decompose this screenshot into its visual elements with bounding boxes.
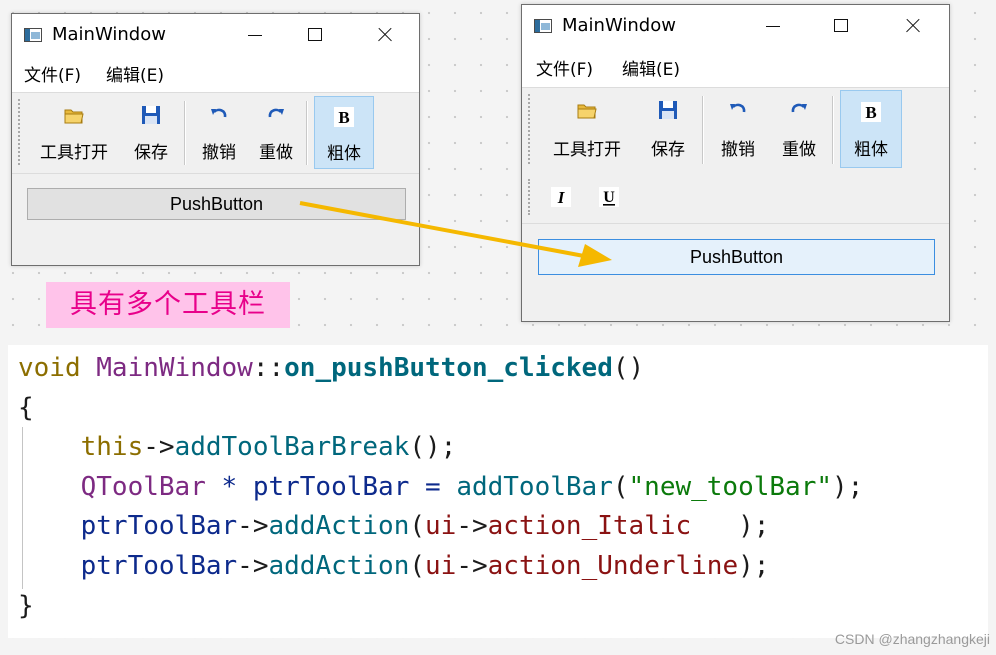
code-call: addAction — [268, 551, 410, 581]
code-scope-op: :: — [252, 353, 285, 383]
code-string: "new_toolBar" — [628, 472, 833, 502]
code-parens: () — [612, 353, 645, 383]
code-open-brace: { — [18, 393, 34, 423]
watermark: CSDN @zhangzhangkeji — [834, 631, 990, 647]
code-snippet: void MainWindow::on_pushButton_clicked()… — [8, 345, 988, 638]
arrow-shaft — [299, 201, 585, 258]
code-line-6: ptrToolBar->addAction(ui->action_Underli… — [80, 551, 770, 581]
code-member: action_Underline — [487, 551, 739, 581]
code-variable: ptrToolBar — [80, 511, 238, 541]
code-member: action_Italic — [487, 511, 692, 541]
code-class-name: MainWindow — [96, 353, 253, 383]
code-line-7: } — [18, 589, 34, 623]
code-keyword: void — [18, 353, 81, 383]
code-function-name: on_pushButton_clicked — [284, 353, 613, 383]
multi-toolbar-caption: 具有多个工具栏 — [46, 282, 290, 328]
code-line-1: void MainWindow::on_pushButton_clicked() — [18, 351, 644, 385]
code-close-brace: } — [18, 591, 34, 621]
code-call: addToolBar — [456, 472, 613, 502]
code-line-2: { — [18, 391, 34, 425]
code-call: addAction — [268, 511, 410, 541]
code-line-4: QToolBar * ptrToolBar = addToolBar("new_… — [80, 472, 864, 502]
code-line-3: this->addToolBarBreak(); — [80, 432, 457, 462]
code-call: addToolBarBreak — [174, 432, 410, 462]
code-line-5: ptrToolBar->addAction(ui->action_Italic … — [80, 511, 770, 541]
code-this: this — [80, 432, 144, 462]
code-type: QToolBar — [80, 472, 206, 502]
code-variable: ptrToolBar — [80, 551, 238, 581]
arrow-head — [578, 244, 612, 267]
